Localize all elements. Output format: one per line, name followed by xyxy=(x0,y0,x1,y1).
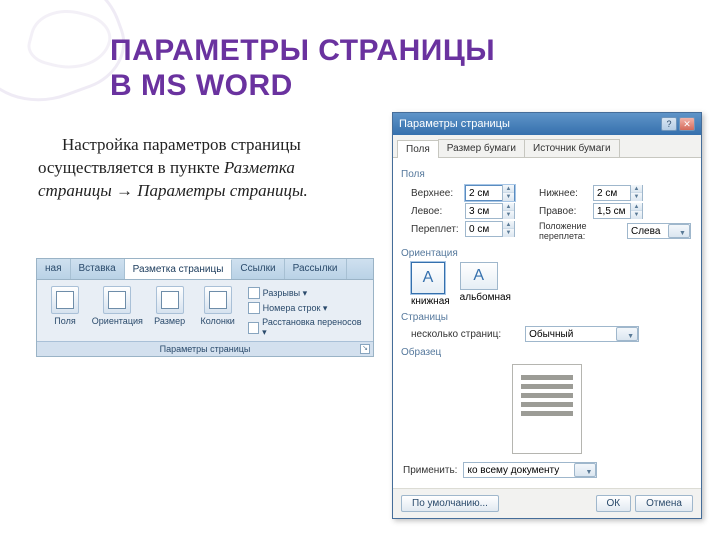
spinner-gutter[interactable]: 0 см ▲▼ xyxy=(465,221,515,237)
columns-icon xyxy=(204,286,232,314)
chevron-up-icon[interactable]: ▲ xyxy=(503,203,514,211)
chevron-down-icon[interactable]: ▼ xyxy=(631,193,642,201)
help-button[interactable]: ? xyxy=(661,117,677,131)
chevron-up-icon[interactable]: ▲ xyxy=(503,221,514,229)
ribbon-line-numbers-button[interactable]: Номера строк ▾ xyxy=(246,301,365,315)
dropdown-apply-to[interactable]: ко всему документу ▼ xyxy=(463,462,597,478)
ribbon-size-button[interactable]: Размер xyxy=(146,284,194,341)
ribbon-group-label: Параметры страницы ↘ xyxy=(37,341,373,356)
hyphenation-icon xyxy=(248,322,259,334)
ribbon-breaks-button[interactable]: Разрывы ▾ xyxy=(246,286,365,300)
page-setup-dialog: Параметры страницы ? ✕ Поля Размер бумаг… xyxy=(392,112,702,519)
label-left: Левое: xyxy=(411,206,459,217)
ribbon-tab-mailings[interactable]: Рассылки xyxy=(285,259,347,279)
body-italic: Параметры страницы. xyxy=(137,181,308,200)
spinner-right[interactable]: 1,5 см ▲▼ xyxy=(593,203,643,219)
chevron-up-icon[interactable]: ▲ xyxy=(631,203,642,211)
chevron-down-icon[interactable]: ▼ xyxy=(668,224,690,238)
title-line-1: ПАРАМЕТРЫ СТРАНИЦЫ xyxy=(110,34,495,67)
dropdown-multiple-pages[interactable]: Обычный ▼ xyxy=(525,326,639,342)
chevron-down-icon[interactable]: ▼ xyxy=(503,193,514,201)
ribbon-tab-home-partial[interactable]: ная xyxy=(37,259,71,279)
tab-paper-size[interactable]: Размер бумаги xyxy=(438,139,525,157)
title-line-2: В MS WORD xyxy=(110,69,293,102)
label-gutter-pos: Положение переплета: xyxy=(539,221,623,241)
ribbon-orientation-button[interactable]: Ориентация xyxy=(89,284,146,341)
chevron-down-icon[interactable]: ▼ xyxy=(616,327,638,341)
size-icon xyxy=(156,286,184,314)
orientation-portrait[interactable]: A книжная xyxy=(411,262,450,307)
chevron-up-icon[interactable]: ▲ xyxy=(631,185,642,193)
ok-button[interactable]: ОК xyxy=(596,495,632,512)
cancel-button[interactable]: Отмена xyxy=(635,495,693,512)
chevron-down-icon[interactable]: ▼ xyxy=(503,211,514,219)
spinner-top[interactable]: 2 см ▲▼ xyxy=(465,185,515,201)
body-paragraph: Настройка параметров страницы осуществля… xyxy=(38,134,368,203)
chevron-up-icon[interactable]: ▲ xyxy=(503,185,514,193)
label-multiple-pages: несколько страниц: xyxy=(411,329,501,340)
orientation-landscape[interactable]: A альбомная xyxy=(460,262,511,307)
body-arrow: → xyxy=(112,181,138,200)
portrait-icon: A xyxy=(411,262,445,294)
tab-paper-source[interactable]: Источник бумаги xyxy=(524,139,620,157)
chevron-down-icon[interactable]: ▼ xyxy=(574,463,596,477)
label-top: Верхнее: xyxy=(411,188,459,199)
section-pages: Страницы xyxy=(401,312,691,323)
default-button[interactable]: По умолчанию... xyxy=(401,495,499,512)
ribbon-tabs: ная Вставка Разметка страницы Ссылки Рас… xyxy=(37,259,373,280)
ribbon-tab-insert[interactable]: Вставка xyxy=(71,259,125,279)
chevron-down-icon[interactable]: ▼ xyxy=(631,211,642,219)
page-title: ПАРАМЕТРЫ СТРАНИЦЫ В MS WORD xyxy=(110,34,700,103)
spinner-bottom[interactable]: 2 см ▲▼ xyxy=(593,185,643,201)
ribbon-body: Поля Ориентация Размер Колонки Разрывы ▾… xyxy=(37,280,373,341)
line-numbers-icon xyxy=(248,302,260,314)
close-button[interactable]: ✕ xyxy=(679,117,695,131)
dropdown-gutter-pos[interactable]: Слева ▼ xyxy=(627,223,691,239)
tab-margins[interactable]: Поля xyxy=(397,140,439,158)
ribbon-small-group: Разрывы ▾ Номера строк ▾ Расстановка пер… xyxy=(242,284,369,341)
ribbon-margins-button[interactable]: Поля xyxy=(41,284,89,341)
dialog-footer: По умолчанию... ОК Отмена xyxy=(393,488,701,518)
label-gutter: Переплет: xyxy=(411,224,459,235)
section-orientation: Ориентация xyxy=(401,248,691,259)
preview-page-icon xyxy=(512,364,582,454)
breaks-icon xyxy=(248,287,260,299)
dialog-tabs: Поля Размер бумаги Источник бумаги xyxy=(393,135,701,158)
ribbon-tab-page-layout[interactable]: Разметка страницы xyxy=(125,259,233,279)
dialog-titlebar: Параметры страницы ? ✕ xyxy=(393,113,701,135)
section-fields: Поля xyxy=(401,169,691,180)
landscape-icon: A xyxy=(460,262,498,290)
margins-icon xyxy=(51,286,79,314)
label-right: Правое: xyxy=(539,206,587,217)
ribbon-columns-button[interactable]: Колонки xyxy=(194,284,242,341)
chevron-down-icon[interactable]: ▼ xyxy=(503,229,514,237)
orientation-icon xyxy=(103,286,131,314)
dialog-title: Параметры страницы xyxy=(399,118,510,130)
section-sample: Образец xyxy=(401,347,691,358)
dialog-content: Поля Верхнее: 2 см ▲▼ Левое: 3 см ▲▼ xyxy=(393,158,701,488)
label-apply-to: Применить: xyxy=(403,465,457,476)
spinner-left[interactable]: 3 см ▲▼ xyxy=(465,203,515,219)
label-bottom: Нижнее: xyxy=(539,188,587,199)
dialog-launcher-icon[interactable]: ↘ xyxy=(360,344,370,354)
ribbon-tab-references[interactable]: Ссылки xyxy=(232,259,284,279)
ribbon-hyphenation-button[interactable]: Расстановка переносов ▾ xyxy=(246,316,365,339)
ribbon-screenshot: ная Вставка Разметка страницы Ссылки Рас… xyxy=(36,258,374,357)
